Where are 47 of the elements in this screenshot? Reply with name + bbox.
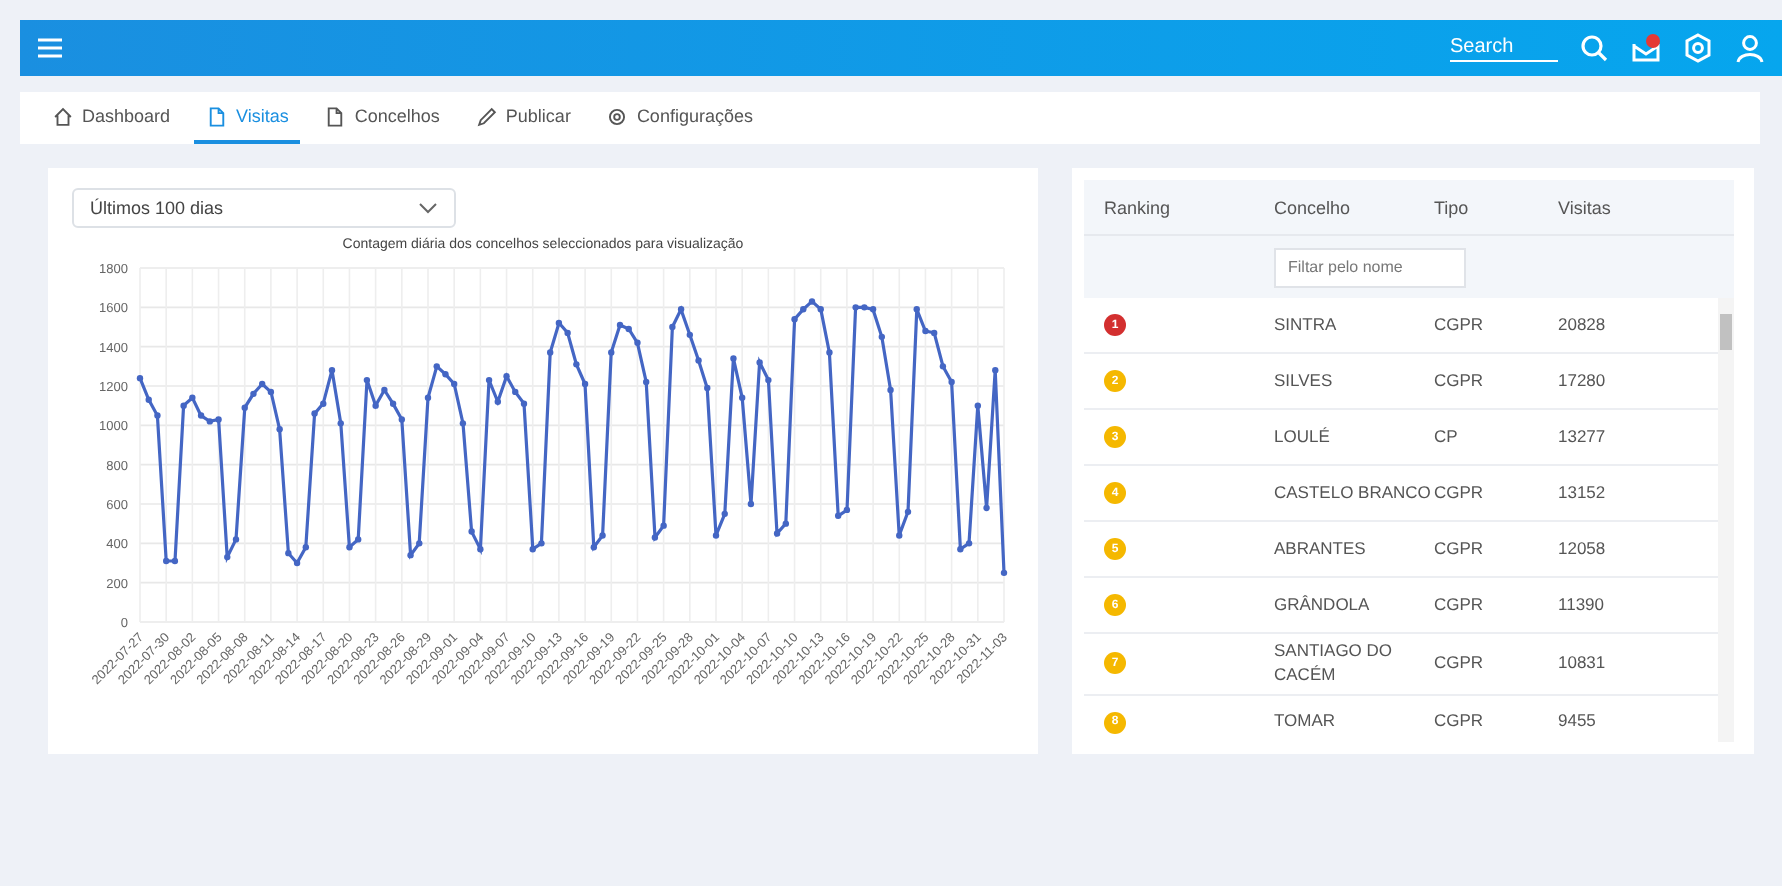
table-cell-text: CGPR (1434, 367, 1486, 394)
table-cell-text: CGPR (1434, 591, 1486, 618)
user-icon[interactable] (1734, 32, 1766, 64)
nav-tab[interactable]: Dashboard (40, 92, 183, 144)
table-cell-text: CASTELO BRANCO (1274, 479, 1433, 506)
gear-icon (606, 105, 629, 127)
chevron-down-icon (418, 200, 438, 216)
search-icon[interactable] (1578, 32, 1610, 64)
nav-tab[interactable]: Concelhos (312, 92, 452, 144)
table-cell-text: 10831 (1558, 649, 1608, 676)
table-cell-text: 13152 (1558, 479, 1608, 506)
settings-icon[interactable] (1682, 32, 1714, 64)
table-cell-text: SANTIAGO DO CACÉM (1274, 638, 1395, 688)
table-cell-text: TOMAR (1274, 708, 1338, 735)
table-cell-text: SINTRA (1274, 311, 1339, 338)
table-cell-text: 9455 (1558, 708, 1598, 735)
mail-notification-icon[interactable] (1630, 32, 1662, 64)
table-cell-text: 20828 (1558, 311, 1608, 338)
table-cell-text: CGPR (1434, 535, 1486, 562)
pencil-icon (475, 105, 498, 127)
nav-tab[interactable]: Publicar (463, 92, 583, 144)
nav-tab[interactable]: Configurações (594, 92, 765, 144)
table-cell-text: CGPR (1434, 649, 1486, 676)
home-icon (52, 105, 74, 127)
table-cell-text: ABRANTES (1274, 535, 1368, 562)
search-field[interactable]: Search (1450, 34, 1558, 62)
column-header: Concelho (1274, 197, 1353, 217)
table-cell-text: CGPR (1434, 311, 1486, 338)
table-cell-text: GRÂNDOLA (1274, 591, 1372, 618)
table-cell-text: CGPR (1434, 708, 1486, 735)
period-dropdown[interactable]: Últimos 100 dias (72, 188, 456, 228)
column-header: Tipo (1434, 197, 1471, 217)
table-cell-text: 17280 (1558, 367, 1608, 394)
table-cell-text: 13277 (1558, 423, 1608, 450)
table-cell-text: CGPR (1434, 479, 1486, 506)
menu-icon[interactable] (36, 36, 64, 60)
column-header: Visitas (1558, 197, 1613, 217)
table-cell-text: 12058 (1558, 535, 1608, 562)
table-cell-text: LOULÉ (1274, 423, 1332, 450)
table-cell-text: 11390 (1558, 591, 1607, 618)
column-header: Ranking (1104, 197, 1173, 217)
table-cell-text: SILVES (1274, 367, 1335, 394)
scrollbar[interactable] (1718, 298, 1734, 742)
table-cell-text: CP (1434, 423, 1460, 450)
filter-field[interactable]: Filtar pelo nome (1274, 247, 1466, 287)
document-icon (324, 105, 347, 127)
document-icon (206, 105, 229, 127)
